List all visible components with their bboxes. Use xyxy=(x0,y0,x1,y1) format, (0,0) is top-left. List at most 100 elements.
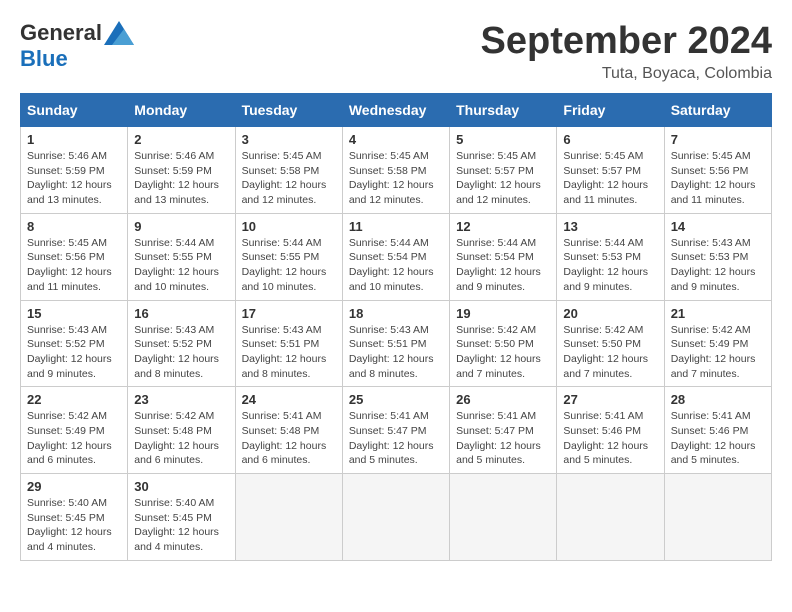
day-number: 6 xyxy=(563,132,657,147)
day-info: Sunrise: 5:45 AMSunset: 5:56 PMDaylight:… xyxy=(671,149,765,208)
day-info: Sunrise: 5:43 AMSunset: 5:52 PMDaylight:… xyxy=(27,323,121,382)
day-info: Sunrise: 5:45 AMSunset: 5:56 PMDaylight:… xyxy=(27,236,121,295)
calendar-day: 29Sunrise: 5:40 AMSunset: 5:45 PMDayligh… xyxy=(21,474,128,561)
calendar-table: SundayMondayTuesdayWednesdayThursdayFrid… xyxy=(20,93,772,561)
logo: General Blue xyxy=(20,20,134,72)
day-info: Sunrise: 5:44 AMSunset: 5:55 PMDaylight:… xyxy=(134,236,228,295)
calendar-day: 7 Sunrise: 5:45 AMSunset: 5:56 PMDaylight… xyxy=(664,127,771,214)
day-number: 23 xyxy=(134,392,228,407)
day-number: 18 xyxy=(349,306,443,321)
calendar-empty-day xyxy=(557,474,664,561)
calendar-header-row: SundayMondayTuesdayWednesdayThursdayFrid… xyxy=(21,94,772,127)
calendar-day: 14Sunrise: 5:43 AMSunset: 5:53 PMDayligh… xyxy=(664,213,771,300)
day-number: 3 xyxy=(242,132,336,147)
day-info: Sunrise: 5:41 AMSunset: 5:46 PMDaylight:… xyxy=(671,409,765,468)
weekday-header: Tuesday xyxy=(235,94,342,127)
day-info: Sunrise: 5:42 AMSunset: 5:48 PMDaylight:… xyxy=(134,409,228,468)
day-number: 16 xyxy=(134,306,228,321)
day-info: Sunrise: 5:43 AMSunset: 5:53 PMDaylight:… xyxy=(671,236,765,295)
day-number: 19 xyxy=(456,306,550,321)
day-info: Sunrise: 5:46 AMSunset: 5:59 PMDaylight:… xyxy=(134,149,228,208)
day-info: Sunrise: 5:46 AMSunset: 5:59 PMDaylight:… xyxy=(27,149,121,208)
location: Tuta, Boyaca, Colombia xyxy=(481,65,773,83)
calendar-day: 11 Sunrise: 5:44 AMSunset: 5:54 PMDayligh… xyxy=(342,213,449,300)
page-header: General Blue September 2024 Tuta, Boyaca… xyxy=(20,20,772,83)
calendar-day: 6 Sunrise: 5:45 AMSunset: 5:57 PMDaylight… xyxy=(557,127,664,214)
calendar-day: 25 Sunrise: 5:41 AMSunset: 5:47 PMDayligh… xyxy=(342,387,449,474)
day-number: 4 xyxy=(349,132,443,147)
calendar-empty-day xyxy=(235,474,342,561)
day-number: 12 xyxy=(456,219,550,234)
weekday-header: Wednesday xyxy=(342,94,449,127)
calendar-day: 30Sunrise: 5:40 AMSunset: 5:45 PMDayligh… xyxy=(128,474,235,561)
day-info: Sunrise: 5:42 AMSunset: 5:50 PMDaylight:… xyxy=(456,323,550,382)
weekday-header: Thursday xyxy=(450,94,557,127)
day-number: 1 xyxy=(27,132,121,147)
calendar-day: 3 Sunrise: 5:45 AMSunset: 5:58 PMDaylight… xyxy=(235,127,342,214)
calendar-day: 8Sunrise: 5:45 AMSunset: 5:56 PMDaylight… xyxy=(21,213,128,300)
calendar-day: 21 Sunrise: 5:42 AMSunset: 5:49 PMDayligh… xyxy=(664,300,771,387)
day-number: 2 xyxy=(134,132,228,147)
calendar-empty-day xyxy=(664,474,771,561)
day-number: 17 xyxy=(242,306,336,321)
weekday-header: Sunday xyxy=(21,94,128,127)
calendar-day: 20Sunrise: 5:42 AMSunset: 5:50 PMDayligh… xyxy=(557,300,664,387)
day-info: Sunrise: 5:44 AMSunset: 5:54 PMDaylight:… xyxy=(456,236,550,295)
day-number: 10 xyxy=(242,219,336,234)
day-info: Sunrise: 5:42 AMSunset: 5:49 PMDaylight:… xyxy=(671,323,765,382)
calendar-week-row: 8Sunrise: 5:45 AMSunset: 5:56 PMDaylight… xyxy=(21,213,772,300)
day-info: Sunrise: 5:43 AMSunset: 5:52 PMDaylight:… xyxy=(134,323,228,382)
logo-icon xyxy=(104,21,134,45)
calendar-day: 19 Sunrise: 5:42 AMSunset: 5:50 PMDayligh… xyxy=(450,300,557,387)
calendar-week-row: 15 Sunrise: 5:43 AMSunset: 5:52 PMDayligh… xyxy=(21,300,772,387)
day-info: Sunrise: 5:40 AMSunset: 5:45 PMDaylight:… xyxy=(27,496,121,555)
logo-blue-text: Blue xyxy=(20,46,68,72)
calendar-day: 23 Sunrise: 5:42 AMSunset: 5:48 PMDayligh… xyxy=(128,387,235,474)
day-number: 9 xyxy=(134,219,228,234)
calendar-day: 24 Sunrise: 5:41 AMSunset: 5:48 PMDayligh… xyxy=(235,387,342,474)
day-info: Sunrise: 5:41 AMSunset: 5:47 PMDaylight:… xyxy=(349,409,443,468)
title-section: September 2024 Tuta, Boyaca, Colombia xyxy=(481,20,773,83)
calendar-day: 28 Sunrise: 5:41 AMSunset: 5:46 PMDayligh… xyxy=(664,387,771,474)
day-number: 11 xyxy=(349,219,443,234)
day-info: Sunrise: 5:41 AMSunset: 5:46 PMDaylight:… xyxy=(563,409,657,468)
logo-general-text: General xyxy=(20,20,102,46)
calendar-week-row: 22Sunrise: 5:42 AMSunset: 5:49 PMDayligh… xyxy=(21,387,772,474)
calendar-day: 17 Sunrise: 5:43 AMSunset: 5:51 PMDayligh… xyxy=(235,300,342,387)
day-info: Sunrise: 5:42 AMSunset: 5:49 PMDaylight:… xyxy=(27,409,121,468)
day-number: 5 xyxy=(456,132,550,147)
day-number: 15 xyxy=(27,306,121,321)
calendar-day: 26 Sunrise: 5:41 AMSunset: 5:47 PMDayligh… xyxy=(450,387,557,474)
day-info: Sunrise: 5:43 AMSunset: 5:51 PMDaylight:… xyxy=(242,323,336,382)
day-number: 28 xyxy=(671,392,765,407)
weekday-header: Monday xyxy=(128,94,235,127)
calendar-day: 27Sunrise: 5:41 AMSunset: 5:46 PMDayligh… xyxy=(557,387,664,474)
day-info: Sunrise: 5:45 AMSunset: 5:57 PMDaylight:… xyxy=(456,149,550,208)
calendar-empty-day xyxy=(342,474,449,561)
calendar-week-row: 1 Sunrise: 5:46 AMSunset: 5:59 PMDaylight… xyxy=(21,127,772,214)
day-number: 20 xyxy=(563,306,657,321)
calendar-day: 9 Sunrise: 5:44 AMSunset: 5:55 PMDaylight… xyxy=(128,213,235,300)
calendar-day: 13Sunrise: 5:44 AMSunset: 5:53 PMDayligh… xyxy=(557,213,664,300)
day-number: 30 xyxy=(134,479,228,494)
calendar-day: 10Sunrise: 5:44 AMSunset: 5:55 PMDayligh… xyxy=(235,213,342,300)
day-info: Sunrise: 5:44 AMSunset: 5:54 PMDaylight:… xyxy=(349,236,443,295)
day-info: Sunrise: 5:45 AMSunset: 5:57 PMDaylight:… xyxy=(563,149,657,208)
day-number: 13 xyxy=(563,219,657,234)
calendar-day: 4Sunrise: 5:45 AMSunset: 5:58 PMDaylight… xyxy=(342,127,449,214)
day-info: Sunrise: 5:45 AMSunset: 5:58 PMDaylight:… xyxy=(242,149,336,208)
day-number: 7 xyxy=(671,132,765,147)
day-number: 25 xyxy=(349,392,443,407)
day-number: 26 xyxy=(456,392,550,407)
calendar-day: 22Sunrise: 5:42 AMSunset: 5:49 PMDayligh… xyxy=(21,387,128,474)
month-title: September 2024 xyxy=(481,20,773,63)
calendar-day: 18 Sunrise: 5:43 AMSunset: 5:51 PMDayligh… xyxy=(342,300,449,387)
calendar-day: 16 Sunrise: 5:43 AMSunset: 5:52 PMDayligh… xyxy=(128,300,235,387)
calendar-week-row: 29Sunrise: 5:40 AMSunset: 5:45 PMDayligh… xyxy=(21,474,772,561)
day-number: 21 xyxy=(671,306,765,321)
weekday-header: Friday xyxy=(557,94,664,127)
day-info: Sunrise: 5:43 AMSunset: 5:51 PMDaylight:… xyxy=(349,323,443,382)
day-number: 24 xyxy=(242,392,336,407)
day-info: Sunrise: 5:41 AMSunset: 5:47 PMDaylight:… xyxy=(456,409,550,468)
day-info: Sunrise: 5:41 AMSunset: 5:48 PMDaylight:… xyxy=(242,409,336,468)
